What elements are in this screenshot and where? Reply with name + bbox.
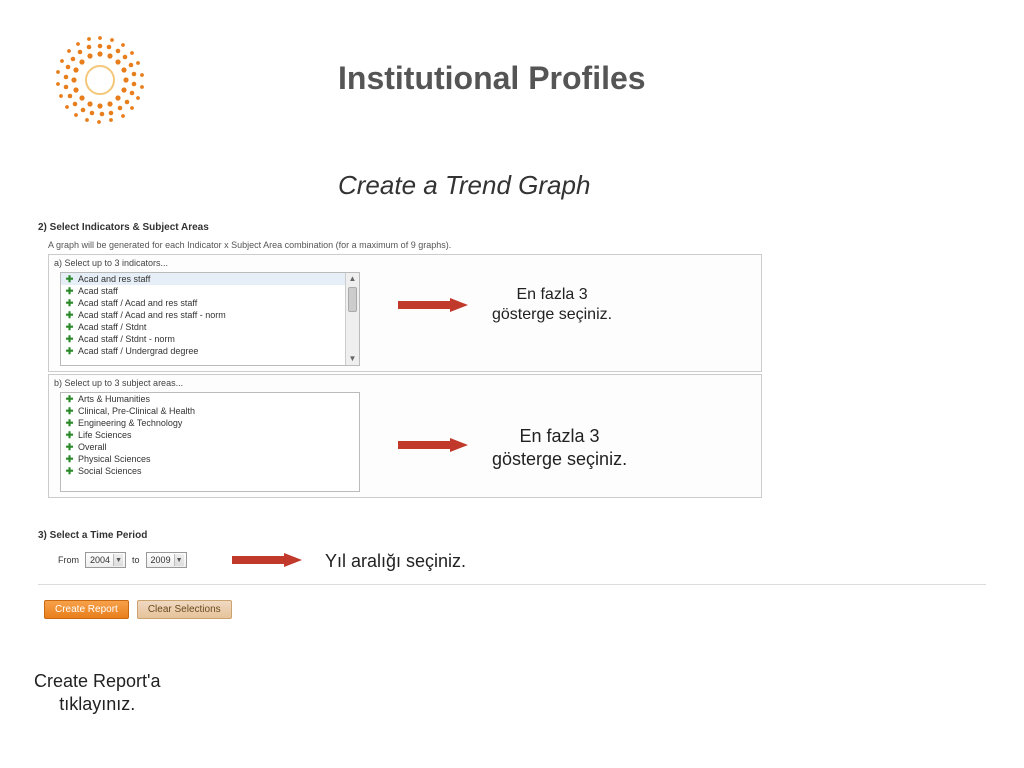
- callout-4: Create Report'a tıklayınız.: [34, 670, 161, 717]
- callout-2-line2: gösterge seçiniz.: [492, 449, 627, 469]
- chevron-down-icon: ▼: [113, 554, 123, 566]
- page-title: Institutional Profiles: [338, 60, 646, 97]
- step2-desc: A graph will be generated for each Indic…: [48, 240, 451, 250]
- subject-label: Arts & Humanities: [78, 394, 150, 404]
- action-buttons: Create Report Clear Selections: [44, 600, 232, 619]
- indicator-label: Acad staff / Acad and res staff - norm: [78, 310, 226, 320]
- step3-title: 3) Select a Time Period: [38, 530, 147, 541]
- indicator-item[interactable]: ✚ Acad staff / Undergrad degree: [61, 345, 359, 357]
- callout-2: En fazla 3 gösterge seçiniz.: [492, 425, 627, 470]
- indicator-item[interactable]: ✚ Acad staff / Acad and res staff: [61, 297, 359, 309]
- indicators-listbox[interactable]: ✚ Acad and res staff ✚ Acad staff ✚ Acad st…: [60, 272, 360, 366]
- page-subtitle: Create a Trend Graph: [338, 170, 590, 201]
- plus-icon: ✚: [65, 443, 74, 452]
- indicator-label: Acad staff / Acad and res staff: [78, 298, 197, 308]
- indicator-item[interactable]: ✚ Acad staff / Acad and res staff - norm: [61, 309, 359, 321]
- indicator-item[interactable]: ✚ Acad and res staff: [61, 273, 359, 285]
- from-year-dropdown[interactable]: 2004 ▼: [85, 552, 126, 568]
- subject-label: Clinical, Pre-Clinical & Health: [78, 406, 195, 416]
- to-year-dropdown[interactable]: 2009 ▼: [146, 552, 187, 568]
- clear-selections-button[interactable]: Clear Selections: [137, 600, 232, 619]
- plus-icon: ✚: [65, 335, 74, 344]
- indicator-label: Acad staff / Stdnt - norm: [78, 334, 175, 344]
- indicator-item[interactable]: ✚ Acad staff: [61, 285, 359, 297]
- scroll-thumb[interactable]: [348, 287, 357, 312]
- callout-3: Yıl aralığı seçiniz.: [325, 550, 466, 573]
- arrow-icon: [398, 298, 468, 312]
- plus-icon: ✚: [65, 395, 74, 404]
- callout-4-line1: Create Report'a: [34, 671, 161, 691]
- subject-label: Social Sciences: [78, 466, 142, 476]
- indicator-item[interactable]: ✚ Acad staff / Stdnt: [61, 321, 359, 333]
- arrow-icon: [398, 438, 468, 452]
- subjects-listbox[interactable]: ✚ Arts & Humanities ✚ Clinical, Pre-Clinic…: [60, 392, 360, 492]
- plus-icon: ✚: [65, 431, 74, 440]
- step2-sub-b: b) Select up to 3 subject areas...: [54, 378, 183, 388]
- plus-icon: ✚: [65, 323, 74, 332]
- subject-item[interactable]: ✚ Overall: [61, 441, 359, 453]
- indicator-label: Acad staff: [78, 286, 118, 296]
- to-label: to: [132, 555, 140, 565]
- plus-icon: ✚: [65, 467, 74, 476]
- indicator-label: Acad staff / Undergrad degree: [78, 346, 198, 356]
- indicator-label: Acad and res staff: [78, 274, 150, 284]
- arrow-icon: [232, 553, 302, 567]
- subject-item[interactable]: ✚ Arts & Humanities: [61, 393, 359, 405]
- plus-icon: ✚: [65, 407, 74, 416]
- subject-label: Life Sciences: [78, 430, 132, 440]
- step2-title: 2) Select Indicators & Subject Areas: [38, 222, 209, 233]
- plus-icon: ✚: [65, 299, 74, 308]
- callout-1-line2: gösterge seçiniz.: [492, 306, 612, 323]
- plus-icon: ✚: [65, 311, 74, 320]
- plus-icon: ✚: [65, 419, 74, 428]
- scroll-up-icon[interactable]: ▲: [346, 273, 359, 285]
- plus-icon: ✚: [65, 347, 74, 356]
- subject-label: Engineering & Technology: [78, 418, 182, 428]
- callout-2-line1: En fazla 3: [520, 426, 600, 446]
- time-period-row: From 2004 ▼ to 2009 ▼: [58, 552, 187, 568]
- plus-icon: ✚: [65, 275, 74, 284]
- indicator-label: Acad staff / Stdnt: [78, 322, 146, 332]
- subject-item[interactable]: ✚ Social Sciences: [61, 465, 359, 477]
- subject-item[interactable]: ✚ Clinical, Pre-Clinical & Health: [61, 405, 359, 417]
- plus-icon: ✚: [65, 287, 74, 296]
- chevron-down-icon: ▼: [174, 554, 184, 566]
- subject-label: Physical Sciences: [78, 454, 151, 464]
- from-label: From: [58, 555, 79, 565]
- create-report-button[interactable]: Create Report: [44, 600, 129, 619]
- to-year-value: 2009: [151, 555, 171, 565]
- scroll-down-icon[interactable]: ▼: [346, 353, 359, 365]
- logo: [50, 30, 150, 130]
- subject-item[interactable]: ✚ Life Sciences: [61, 429, 359, 441]
- subject-label: Overall: [78, 442, 107, 452]
- scrollbar[interactable]: ▲ ▼: [345, 273, 359, 365]
- step2-sub-a: a) Select up to 3 indicators...: [54, 258, 168, 268]
- callout-4-line2: tıklayınız.: [59, 694, 135, 714]
- callout-1-line1: En fazla 3: [516, 286, 587, 303]
- subject-item[interactable]: ✚ Engineering & Technology: [61, 417, 359, 429]
- subject-item[interactable]: ✚ Physical Sciences: [61, 453, 359, 465]
- indicator-item[interactable]: ✚ Acad staff / Stdnt - norm: [61, 333, 359, 345]
- callout-1: En fazla 3 gösterge seçiniz.: [492, 285, 612, 325]
- divider: [38, 584, 986, 585]
- plus-icon: ✚: [65, 455, 74, 464]
- from-year-value: 2004: [90, 555, 110, 565]
